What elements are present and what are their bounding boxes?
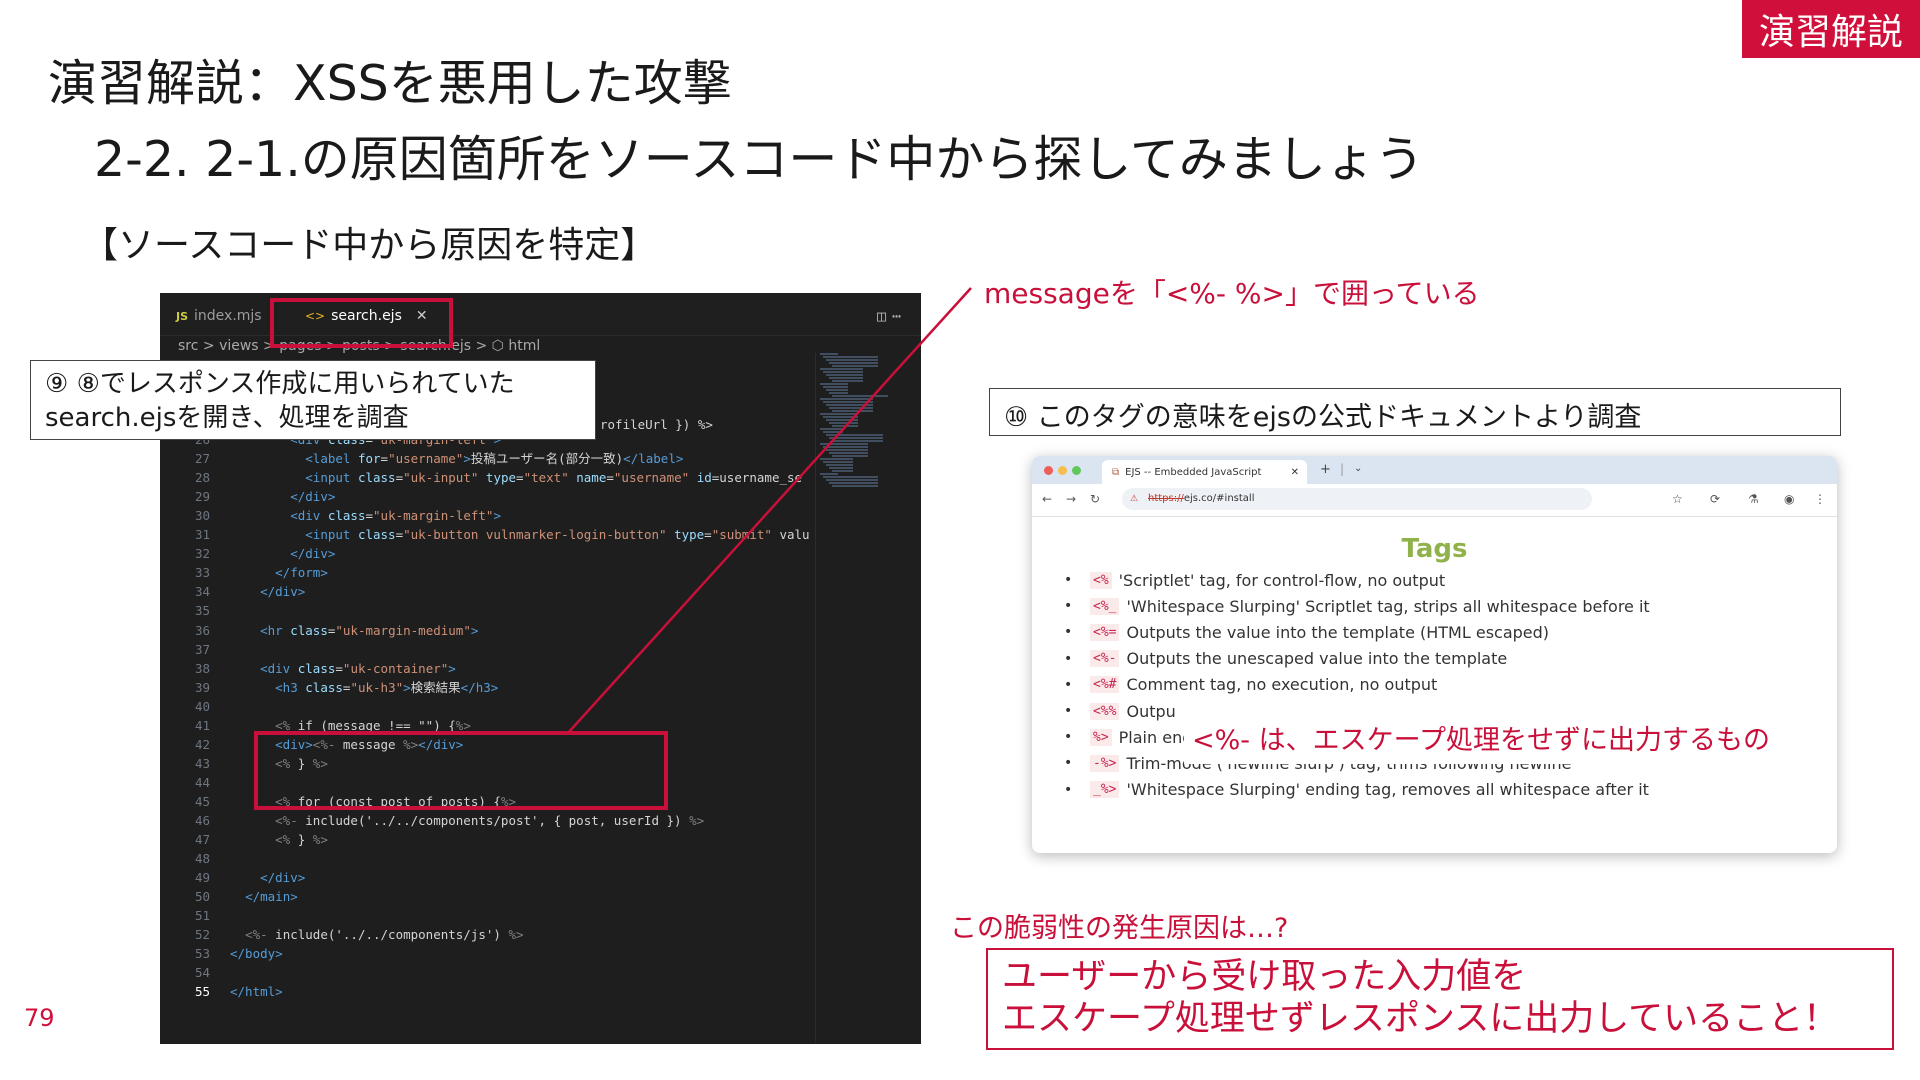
reload-icon[interactable]: ↻ [1090, 492, 1100, 506]
bullet: • [1064, 650, 1073, 667]
tag-description: 'Whitespace Slurping' Scriptlet tag, str… [1126, 596, 1650, 616]
tag-list-item: • <%- Outputs the unescaped value into the… [1064, 647, 1507, 671]
new-tab-icon[interactable]: + [1320, 462, 1331, 477]
step9-text: ⑨ ⑧でレスポンス作成に用いられていた search.ejsを開き、処理を調査 [45, 369, 515, 433]
url-field[interactable]: ⚠ https://ejs.co/#install [1122, 488, 1592, 510]
answer-box: ユーザーから受け取った入力値を エスケープ処理せずレスポンスに出力していること！ [986, 948, 1894, 1050]
bullet: • [1064, 624, 1073, 641]
url-text: ejs.co/#install [1183, 493, 1255, 504]
tag-list-item: • <%% Outpu [1064, 699, 1176, 723]
cause-question: この脆弱性の発生原因は…? [950, 913, 1289, 944]
bullet: • [1064, 729, 1073, 746]
tag-description: Comment tag, no execution, no output [1126, 675, 1438, 695]
tag-list-item: • <%_ 'Whitespace Slurping' Scriptlet tag,… [1064, 594, 1650, 618]
tag-list-item: • <%= Outputs the value into the template … [1064, 620, 1549, 644]
bullet: • [1064, 755, 1073, 772]
step9-callout: ⑨ ⑧でレスポンス作成に用いられていた search.ejsを開き、処理を調査 [30, 360, 596, 440]
bullet: • [1064, 781, 1073, 798]
maximize-window-icon[interactable] [1072, 466, 1081, 475]
message-note: messageを「<%- %>」で囲っている [984, 277, 1480, 310]
tag-description: Outpu [1126, 701, 1176, 721]
answer-line-2: エスケープ処理せずレスポンスに出力していること！ [1002, 999, 1839, 1039]
tag-code: -%> [1090, 754, 1120, 772]
tags-heading: Tags [1401, 534, 1468, 564]
tag-code: <%= [1090, 623, 1120, 641]
tag-description: 'Whitespace Slurping' ending tag, remove… [1126, 780, 1649, 800]
tab-divider: | [1340, 462, 1345, 476]
profile-icon[interactable]: ◉ [1784, 492, 1794, 506]
ejs-docs-browser: ⧉ EJS -- Embedded JavaScript ✕ + | ⌄ ← →… [1032, 456, 1837, 853]
extensions-icon[interactable]: ⟳ [1710, 492, 1720, 506]
bookmark-star-icon[interactable]: ☆ [1672, 492, 1683, 506]
browser-tab-title: EJS -- Embedded JavaScript [1125, 466, 1262, 478]
tag-list-item: • <% 'Scriptlet' tag, for control-flow, no… [1064, 568, 1445, 592]
address-bar-row: ← → ↻ ⚠ https://ejs.co/#install ☆ ⟳ ⚗ ◉ … [1032, 484, 1837, 517]
bullet: • [1064, 676, 1073, 693]
unescaped-tag-note: <%- は、エスケープ処理をせずに出力するもの [1184, 718, 1770, 764]
bullet: • [1064, 572, 1073, 588]
forward-icon[interactable]: → [1066, 492, 1076, 506]
url-scheme: https:// [1148, 493, 1184, 504]
tag-description: 'Scriptlet' tag, for control-flow, no ou… [1118, 570, 1446, 590]
close-window-icon[interactable] [1044, 466, 1053, 475]
browser-tab[interactable]: ⧉ EJS -- Embedded JavaScript ✕ [1102, 460, 1307, 484]
menu-icon[interactable]: ⋮ [1814, 492, 1826, 506]
site-info-icon[interactable]: ⚠ [1130, 488, 1138, 510]
tag-code: <%_ [1090, 597, 1120, 615]
tag-code: <%# [1090, 676, 1120, 694]
tag-code: <%% [1090, 702, 1120, 720]
back-icon[interactable]: ← [1042, 492, 1052, 506]
step10-callout: ⑩ このタグの意味をejsの公式ドキュメントより調査 [989, 388, 1841, 436]
close-tab-icon[interactable]: ✕ [1291, 467, 1299, 478]
ejs-favicon-icon: ⧉ [1112, 466, 1120, 478]
labs-icon[interactable]: ⚗ [1748, 492, 1759, 506]
tag-list-item: • _%> 'Whitespace Slurping' ending tag, re… [1064, 778, 1649, 802]
bullet: • [1064, 703, 1073, 719]
tag-code: %> [1090, 728, 1112, 746]
tab-list-icon[interactable]: ⌄ [1354, 463, 1362, 474]
minimize-window-icon[interactable] [1058, 466, 1067, 475]
tag-list-item: • <%# Comment tag, no execution, no output [1064, 673, 1437, 697]
answer-line-1: ユーザーから受け取った入力値を [1002, 957, 1527, 997]
tag-code: _%> [1090, 781, 1120, 799]
tag-code: <% [1090, 571, 1112, 589]
tag-description: Outputs the value into the template (HTM… [1126, 622, 1550, 642]
bullet: • [1064, 598, 1073, 615]
browser-tab-strip: ⧉ EJS -- Embedded JavaScript ✕ + | ⌄ [1032, 456, 1837, 484]
tag-description: Outputs the unescaped value into the tem… [1126, 649, 1508, 669]
tag-code: <%- [1090, 650, 1120, 668]
